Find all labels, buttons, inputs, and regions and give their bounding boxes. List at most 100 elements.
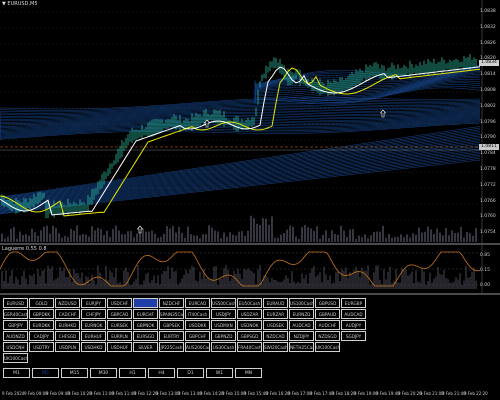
symbol-button-nzdusd[interactable]: NZDUSD <box>55 298 80 308</box>
timeframe-button-m15[interactable]: M15 <box>61 368 88 378</box>
symbol-button-eurgbp[interactable]: EURGBP <box>341 298 366 308</box>
symbol-button-eurzar[interactable]: EURZAR <box>263 309 288 319</box>
symbol-button-usdhkd[interactable]: USDHKD <box>81 342 106 352</box>
symbol-button-ger40cash[interactable]: GER40Cash <box>3 309 28 319</box>
band-line <box>254 75 481 94</box>
symbol-button-audchf[interactable]: AUDCHF <box>315 320 340 330</box>
symbol-button-eurpln[interactable]: EURPLN <box>107 331 132 341</box>
timeframe-button-d1[interactable]: D1 <box>177 368 204 378</box>
main-price-chart[interactable] <box>0 0 500 243</box>
time-tick-label: 9 Feb 17:40 <box>310 391 334 396</box>
symbol-button-eu50cash[interactable]: EU50Cash <box>237 298 262 308</box>
symbol-button-gold[interactable]: GOLD <box>29 298 54 308</box>
symbol-button-usdmxn[interactable]: USDMXN <box>211 320 236 330</box>
symbol-button-usdjpy[interactable]: USDJPY <box>211 309 236 319</box>
symbol-row: USDCNH USDTRY USDPLN USDHKD USDHUF SILVER JP22… <box>3 342 415 352</box>
symbol-button-audcad[interactable]: AUDCAD <box>289 320 314 330</box>
symbol-button-eurchf[interactable]: EURCHF <box>133 309 158 319</box>
symbol-button-gbpusd[interactable]: GBPUSD <box>315 298 340 308</box>
symbol-button-uk100cash[interactable]: UK100Cash <box>3 353 28 363</box>
symbol-button-eurhkd[interactable]: EURHKD <box>55 320 80 330</box>
symbol-button-gbpnok[interactable]: GBPNOK <box>133 320 158 330</box>
symbol-button-us30cash[interactable]: US30Cash <box>211 342 236 352</box>
symbol-button-neth25cash[interactable]: NETH25Cash <box>289 342 314 352</box>
symbol-button-gbpjpy[interactable]: GBPJPY <box>3 320 28 330</box>
symbol-button-eursek[interactable]: EURSEK <box>107 320 132 330</box>
timeframe-button-w1[interactable]: W1 <box>206 368 233 378</box>
symbol-button-usdhuf[interactable]: USDHUF <box>107 342 132 352</box>
symbol-button-it40cash[interactable]: IT40Cash <box>185 309 210 319</box>
pane-separator[interactable] <box>0 293 500 295</box>
time-tick-label: 9 Feb 20:20 <box>398 391 422 396</box>
timeframe-button-m5[interactable]: M5 <box>32 368 59 378</box>
band-line <box>254 80 481 99</box>
symbol-button-eurnzd[interactable]: EURNZD <box>289 309 314 319</box>
price-tick-label: 1.0814 <box>480 72 496 78</box>
symbol-button-us100cash[interactable]: US100Cash <box>289 298 314 308</box>
envelope-band <box>0 140 481 205</box>
symbol-button-chfsgd[interactable]: CHFSGD <box>55 331 80 341</box>
timeframe-button-m30[interactable]: M30 <box>90 368 117 378</box>
symbol-button-us500cash[interactable]: US500Cash <box>211 298 236 308</box>
symbol-button-uk100cash[interactable]: UK100Cash <box>315 342 340 352</box>
symbol-button-cadjpy[interactable]: CADJPY <box>29 331 54 341</box>
envelope-band <box>0 142 481 206</box>
symbol-button-eursgd[interactable]: EURSGD <box>133 331 158 341</box>
symbol-button-sgdjpy[interactable]: SGDJPY <box>341 331 366 341</box>
symbol-button-nzdcad[interactable]: NZDCAD <box>263 331 288 341</box>
symbol-button-eurjpy[interactable]: EURJPY <box>81 298 106 308</box>
symbol-button-nzdsgd[interactable]: NZDSGD <box>315 331 340 341</box>
indicator-tick-label: 0.00 <box>480 283 491 288</box>
symbol-button-spain35cash[interactable]: SPAIN35Cash <box>159 309 184 319</box>
symbol-button-eurcad[interactable]: EURCAD <box>185 298 210 308</box>
time-tick-label: 9 Feb 10:20 <box>68 391 92 396</box>
symbol-button-usdzar[interactable]: USDZAR <box>237 309 262 319</box>
symbol-button-cadchf[interactable]: CADCHF <box>55 309 80 319</box>
symbol-button-fra40cash[interactable]: FRA40Cash <box>237 342 262 352</box>
envelope-band <box>0 154 481 212</box>
symbol-button-nzdchf[interactable]: NZDCHF <box>159 298 184 308</box>
indicator-pane[interactable] <box>0 245 500 293</box>
price-tick-label: 1.0754 <box>480 230 496 236</box>
symbol-button-euraud[interactable]: EURAUD <box>263 298 288 308</box>
timeframe-button-mn[interactable]: MN <box>235 368 262 378</box>
symbol-button-eurnok[interactable]: EURNOK <box>81 320 106 330</box>
symbol-button-usdcnh[interactable]: USDCNH <box>3 342 28 352</box>
symbol-button-aus200cash[interactable]: AUS200Cash <box>185 342 210 352</box>
symbol-button-eurtry[interactable]: EURTRY <box>159 331 184 341</box>
symbol-button-usdchf[interactable]: USDCHF <box>107 298 132 308</box>
symbol-button-usdsek[interactable]: USDSEK <box>263 320 288 330</box>
symbol-button-audnzd[interactable]: AUDNZD <box>3 331 28 341</box>
symbol-button-gbpsgd[interactable]: GBPSGD <box>237 331 262 341</box>
symbol-button-usdtry[interactable]: USDTRY <box>29 342 54 352</box>
envelope-band <box>0 153 481 212</box>
timeframe-button-h4[interactable]: H4 <box>148 368 175 378</box>
symbol-button-eurhuf[interactable]: EURHUF <box>81 331 106 341</box>
symbol-button-nzdjpy[interactable]: NZDJPY <box>289 331 314 341</box>
symbol-button-gbpsek[interactable]: GBPSEK <box>159 320 184 330</box>
symbol-button-chfjpy[interactable]: CHFJPY <box>81 309 106 319</box>
timeframe-button-h1[interactable]: H1 <box>119 368 146 378</box>
chart-window[interactable]: ▼ EURUSD,M5 1.0838 1.0832 1.0826 1.0820 1.08… <box>0 0 500 400</box>
symbol-button-audcad[interactable]: AUDCAD <box>341 309 366 319</box>
symbol-button-gbpcad[interactable]: GBPCAD <box>107 309 132 319</box>
envelope-band <box>0 151 481 211</box>
symbol-button-usddkk[interactable]: USDDKK <box>185 320 210 330</box>
symbol-button-audjpy[interactable]: AUDJPY <box>341 320 366 330</box>
symbol-button-usdjpy[interactable]: USDJPY <box>133 298 158 308</box>
symbol-button-jp225cash[interactable]: JP225Cash <box>159 342 184 352</box>
time-tick-label: 9 Feb 12:20 <box>134 391 158 396</box>
symbol-button-swi20cash[interactable]: SWI20Cash <box>263 342 288 352</box>
timeframe-button-m1[interactable]: M1 <box>3 368 30 378</box>
symbol-button-gbpnzd[interactable]: GBPNZD <box>211 331 236 341</box>
symbol-button-eurusd[interactable]: EURUSD <box>3 298 28 308</box>
symbol-button-gbpdkk[interactable]: GBPDKK <box>29 309 54 319</box>
symbol-button-usdnok[interactable]: USDNOK <box>237 320 262 330</box>
symbol-button-gbpaud[interactable]: GBPAUD <box>315 309 340 319</box>
timeframe-bar: M1 M5 M15 M30 H1 H4 D1 W1 MN <box>3 368 262 378</box>
symbol-button-eurdkk[interactable]: EURDKK <box>29 320 54 330</box>
symbol-button-usdpln[interactable]: USDPLN <box>55 342 80 352</box>
symbol-button-gbpchf[interactable]: GBPCHF <box>185 331 210 341</box>
envelope-band <box>0 127 481 199</box>
symbol-button-silver[interactable]: SILVER <box>133 342 158 352</box>
